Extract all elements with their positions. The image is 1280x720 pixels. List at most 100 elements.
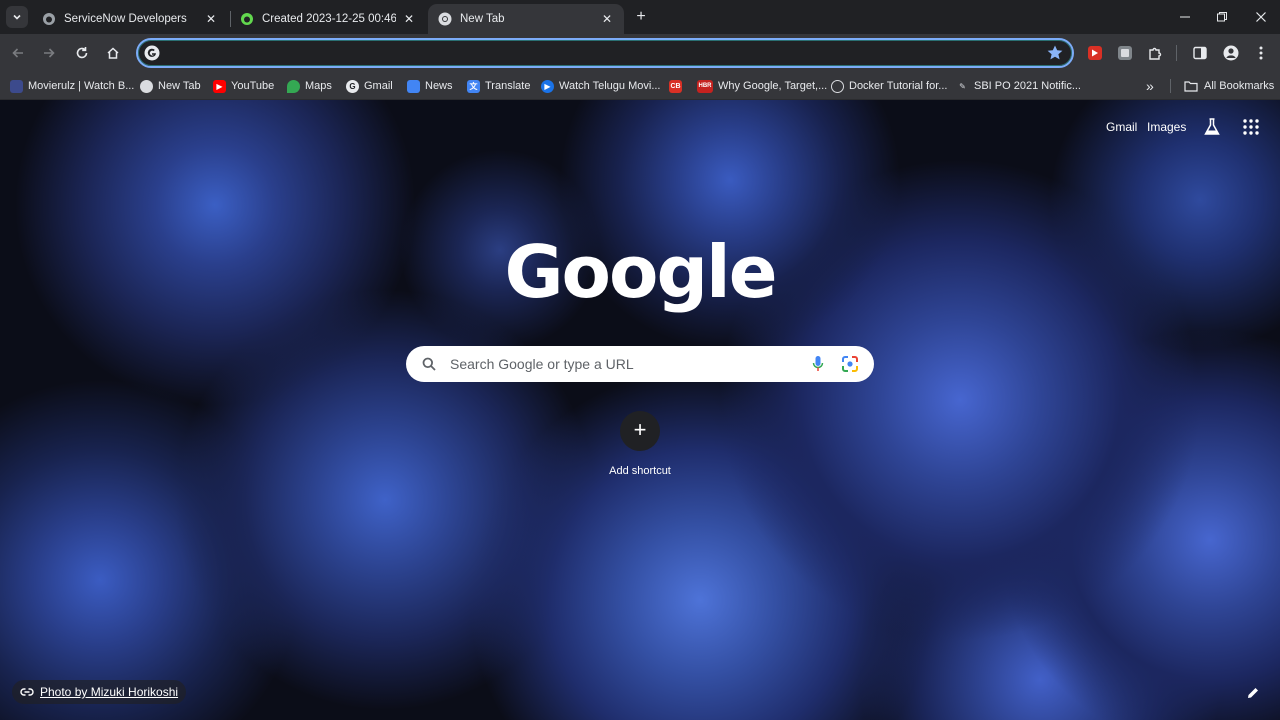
pencil-icon bbox=[1248, 688, 1258, 698]
close-icon[interactable]: ✕ bbox=[402, 12, 416, 26]
more-bookmarks-button[interactable]: » bbox=[1146, 77, 1154, 95]
minimize-button[interactable] bbox=[1176, 8, 1194, 26]
bookmark-label: YouTube bbox=[231, 80, 275, 92]
forward-button[interactable] bbox=[39, 43, 59, 63]
sbi-icon: ✎ bbox=[959, 81, 966, 91]
profile-button[interactable] bbox=[1222, 44, 1240, 62]
images-link[interactable]: Images bbox=[1147, 120, 1186, 134]
bookmark-label: Movierulz | Watch B... bbox=[28, 80, 135, 92]
home-button[interactable] bbox=[103, 43, 123, 63]
chrome-icon bbox=[438, 12, 452, 26]
gmail-link[interactable]: Gmail bbox=[1106, 120, 1137, 134]
add-shortcut-label[interactable]: Add shortcut bbox=[580, 465, 700, 477]
extension-button[interactable] bbox=[1116, 44, 1134, 62]
tab-created-record[interactable]: Created 2023-12-25 00:46:11 | ✕ bbox=[230, 4, 426, 34]
bookmark-gmail[interactable]: G Gmail bbox=[346, 77, 393, 95]
news-icon bbox=[407, 79, 420, 93]
hbr-icon: HBR bbox=[697, 79, 713, 93]
customize-chrome-button[interactable] bbox=[1240, 682, 1266, 704]
bookmark-hbr[interactable]: HBR Why Google, Target,... bbox=[697, 77, 827, 95]
bookmark-sbi[interactable]: ✎ SBI PO 2021 Notific... bbox=[956, 77, 1081, 95]
chrome-menu-button[interactable] bbox=[1252, 44, 1270, 62]
link-icon bbox=[20, 688, 34, 696]
servicenow-icon bbox=[42, 12, 56, 26]
flask-icon bbox=[1204, 118, 1220, 135]
new-tab-page: Gmail Images Google + Add shortcut Photo… bbox=[0, 100, 1280, 720]
microphone-icon[interactable] bbox=[812, 355, 824, 373]
tab-strip: ServiceNow Developers ✕ Created 2023-12-… bbox=[0, 0, 1280, 34]
tab-new-tab[interactable]: New Tab ✕ bbox=[428, 4, 624, 34]
bookmark-label: Docker Tutorial for... bbox=[849, 80, 948, 92]
bookmarks-bar: Movierulz | Watch B... New Tab ▶ YouTube… bbox=[0, 72, 1280, 100]
servicenow-icon bbox=[240, 12, 254, 26]
bookmark-translate[interactable]: 文 Translate bbox=[467, 77, 530, 95]
all-bookmarks-button[interactable]: All Bookmarks bbox=[1184, 77, 1274, 95]
add-shortcut-button[interactable]: + bbox=[620, 411, 660, 451]
bookmark-movierulz[interactable]: Movierulz | Watch B... bbox=[10, 77, 134, 95]
address-input[interactable] bbox=[166, 40, 1046, 66]
movierulz-icon bbox=[10, 79, 23, 93]
close-icon[interactable]: ✕ bbox=[204, 12, 218, 26]
tab-servicenow-developers[interactable]: ServiceNow Developers ✕ bbox=[32, 4, 228, 34]
maps-icon bbox=[287, 79, 300, 93]
ntp-search-box[interactable] bbox=[406, 346, 874, 382]
reload-icon bbox=[76, 47, 88, 59]
extensions-menu-button[interactable] bbox=[1146, 44, 1164, 62]
reload-button[interactable] bbox=[72, 43, 92, 63]
tab-search-button[interactable] bbox=[6, 6, 28, 28]
photo-credit-text: Photo by Mizuki Horikoshi bbox=[40, 685, 179, 699]
toolbar-divider bbox=[1176, 45, 1177, 61]
extension-button[interactable] bbox=[1086, 44, 1104, 62]
profile-icon bbox=[1223, 45, 1239, 61]
docker-icon bbox=[831, 79, 844, 93]
toolbar bbox=[0, 34, 1280, 72]
google-lens-icon[interactable] bbox=[841, 355, 859, 373]
play-icon: ▶ bbox=[541, 79, 554, 93]
search-icon bbox=[422, 357, 436, 371]
bookmark-label: News bbox=[425, 80, 453, 92]
red-extension-icon bbox=[1088, 46, 1102, 60]
close-icon[interactable]: ✕ bbox=[600, 12, 614, 26]
labs-button[interactable] bbox=[1202, 117, 1222, 137]
tab-title: ServiceNow Developers bbox=[64, 13, 187, 25]
translate-icon: 文 bbox=[467, 79, 480, 93]
apps-grid-icon bbox=[1243, 119, 1259, 135]
bookmark-label: Gmail bbox=[364, 80, 393, 92]
bookmark-news[interactable]: News bbox=[407, 77, 453, 95]
cb-icon: CB bbox=[669, 79, 682, 93]
folder-icon bbox=[1184, 81, 1198, 92]
bookmark-label: Watch Telugu Movi... bbox=[559, 80, 661, 92]
more-vertical-icon bbox=[1259, 46, 1263, 60]
address-bar[interactable] bbox=[136, 38, 1074, 68]
bookmark-label: All Bookmarks bbox=[1204, 80, 1275, 92]
bookmark-maps[interactable]: Maps bbox=[287, 77, 332, 95]
bookmark-star-icon[interactable] bbox=[1046, 44, 1064, 62]
google-logo: Google bbox=[504, 230, 777, 314]
bookmark-youtube[interactable]: ▶ YouTube bbox=[213, 77, 274, 95]
side-panel-icon bbox=[1193, 46, 1207, 60]
tab-title: Created 2023-12-25 00:46:11 | bbox=[262, 13, 396, 25]
tab-title: New Tab bbox=[460, 13, 505, 25]
chrome-icon bbox=[140, 79, 153, 93]
ntp-search-input[interactable] bbox=[450, 346, 800, 382]
gray-extension-icon bbox=[1118, 46, 1132, 60]
bookmark-new-tab[interactable]: New Tab bbox=[140, 77, 201, 95]
close-window-button[interactable] bbox=[1252, 8, 1270, 26]
photo-credit-link[interactable]: Photo by Mizuki Horikoshi bbox=[12, 680, 187, 704]
minimize-icon bbox=[1180, 16, 1190, 18]
restore-button[interactable] bbox=[1213, 8, 1231, 26]
google-apps-button[interactable] bbox=[1242, 118, 1260, 136]
google-icon: G bbox=[346, 79, 359, 93]
bookmark-cb[interactable]: CB bbox=[669, 77, 687, 95]
puzzle-icon bbox=[1149, 47, 1162, 60]
side-panel-button[interactable] bbox=[1191, 44, 1209, 62]
home-icon bbox=[107, 47, 119, 59]
arrow-left-icon bbox=[12, 48, 23, 58]
bookmark-label: Maps bbox=[305, 80, 332, 92]
bookmark-docker[interactable]: Docker Tutorial for... bbox=[831, 77, 947, 95]
bookmark-label: SBI PO 2021 Notific... bbox=[974, 80, 1081, 92]
back-button[interactable] bbox=[8, 43, 28, 63]
bookmark-watch-telugu[interactable]: ▶ Watch Telugu Movi... bbox=[541, 77, 661, 95]
restore-icon bbox=[1217, 12, 1227, 22]
new-tab-button[interactable]: + bbox=[632, 8, 650, 26]
